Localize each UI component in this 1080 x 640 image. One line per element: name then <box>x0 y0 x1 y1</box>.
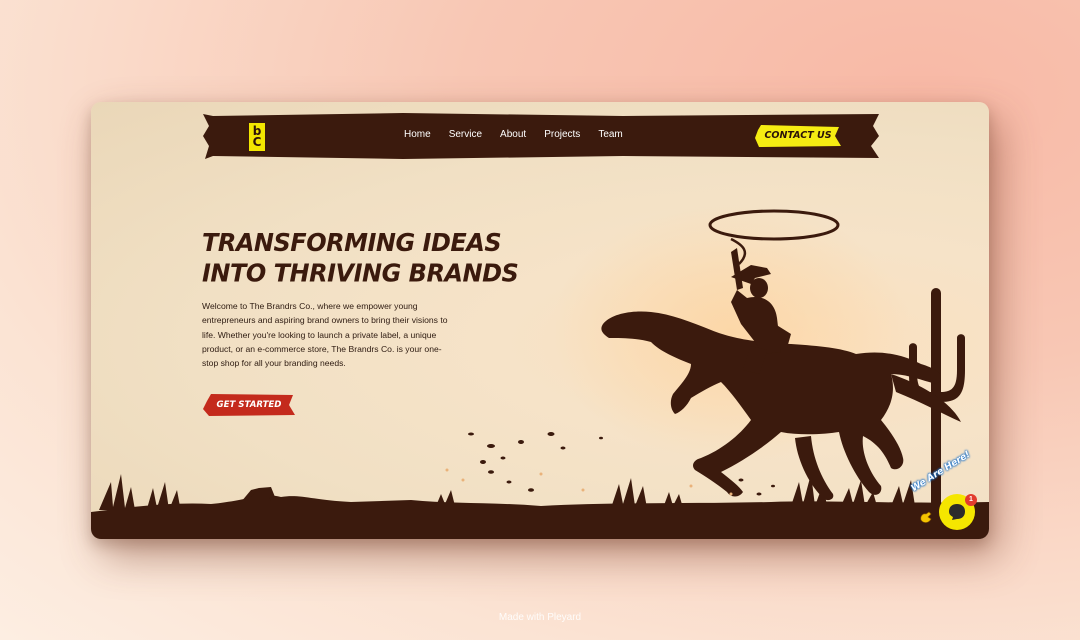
nav-link-service[interactable]: Service <box>449 129 482 140</box>
hero-description: Welcome to The Brandrs Co., where we emp… <box>202 301 448 369</box>
get-started-label: GET STARTED <box>216 400 282 410</box>
logo-letter-bottom: C <box>252 135 262 149</box>
nav-link-team[interactable]: Team <box>598 129 622 140</box>
brand-logo[interactable]: b C <box>247 121 267 153</box>
hand-wave-icon <box>920 511 932 523</box>
chat-notification-badge: 1 <box>965 494 977 506</box>
nav-link-about[interactable]: About <box>500 129 526 140</box>
hero-title: TRANSFORMING IDEAS INTO THRIVING BRANDS <box>202 228 519 288</box>
nav-link-projects[interactable]: Projects <box>544 129 580 140</box>
get-started-button[interactable]: GET STARTED <box>203 393 295 417</box>
footer-credit: Made with Pleyard <box>498 612 582 623</box>
navbar: b C Home Service About Projects Team CON… <box>203 112 879 160</box>
contact-us-button[interactable]: CONTACT US <box>755 124 841 148</box>
nav-link-home[interactable]: Home <box>404 129 431 140</box>
contact-us-label: CONTACT US <box>764 130 832 141</box>
chat-widget[interactable]: We Are Here! 1 <box>910 450 989 539</box>
nav-links: Home Service About Projects Team <box>404 129 641 140</box>
browser-frame: b C Home Service About Projects Team CON… <box>91 102 989 539</box>
chat-icon <box>949 504 965 520</box>
